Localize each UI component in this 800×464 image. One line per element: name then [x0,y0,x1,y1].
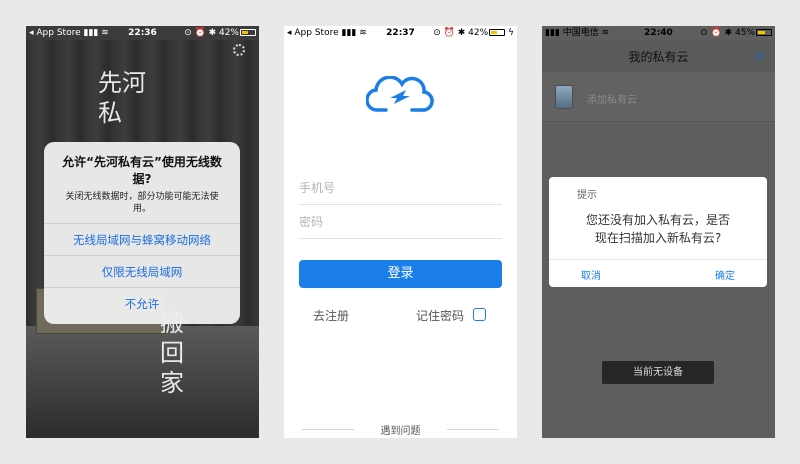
allow-wlan-cellular-button[interactable]: 无线局域网与蜂窝移动网络 [44,223,240,255]
background-floor [26,326,259,438]
register-link[interactable]: 去注册 [313,307,349,324]
battery-icon [489,29,506,36]
status-right: ⊙ ⏰ ✱ 42% ϟ [433,28,514,38]
help-link[interactable]: 遇到问题 [284,422,517,437]
join-cloud-dialog: 提示 您还没有加入私有云，是否 现在扫描加入新私有云? 取消 确定 [549,177,767,287]
status-battery: 42% [468,28,489,38]
permission-alert: 允许“先河私有云”使用无线数据? 关闭无线数据时，部分功能可能无法使用。 无线局… [44,142,240,324]
status-battery: 42% [218,28,239,38]
dialog-message-line1: 您还没有加入私有云，是否 [585,213,730,227]
splash-text-2: 私 [98,99,122,127]
status-battery: 45% [734,28,755,38]
splash-text-1: 先河 [98,69,146,97]
dialog-message: 您还没有加入私有云，是否 现在扫描加入新私有云? [549,211,767,247]
page-title: 我的私有云 [628,50,689,64]
phone-screen-private-cloud: ▮▮▮ 中国电信 ≋ 22:40 ⊙ ⏰ ✱ 45% 我的私有云 ⇄ 添加私有云… [542,26,775,438]
phone-screen-permission: 先河 私 搬 回 家 ◂ App Store ▮▮▮ ≋ 22:36 ⊙ ⏰ ✱… [26,26,259,438]
confirm-button[interactable]: 确定 [715,267,735,282]
add-private-cloud-label: 添加私有云 [587,95,637,106]
battery-icon [756,29,772,36]
switch-arrows-icon[interactable]: ⇄ [754,50,765,63]
dialog-divider [549,259,767,260]
cloud-sync-logo-icon [366,76,434,112]
remember-password-label: 记住密码 [416,309,465,323]
status-right: ⊙ ⏰ ✱ 42% [184,26,256,40]
loading-spinner-icon [233,44,245,56]
dialog-title: 提示 [577,190,597,201]
remember-password-checkbox[interactable] [473,308,486,321]
splash-text-4: 回 [160,339,184,367]
alert-title: 允许“先河私有云”使用无线数据? [62,155,222,186]
phone-number-input[interactable]: 手机号 [299,172,502,205]
no-device-toast: 当前无设备 [602,361,714,384]
cancel-button[interactable]: 取消 [581,267,601,282]
phone-screen-login: ◂ App Store ▮▮▮ ≋ 22:37 ⊙ ⏰ ✱ 42% ϟ 手机号 … [284,26,517,438]
alert-message: 关闭无线数据时，部分功能可能无法使用。 [65,192,219,214]
allow-wlan-only-button[interactable]: 仅限无线局域网 [44,255,240,287]
password-input[interactable]: 密码 [299,206,502,239]
battery-icon [240,29,256,36]
status-bar: ◂ App Store ▮▮▮ ≋ 22:37 ⊙ ⏰ ✱ 42% ϟ [284,26,517,40]
status-bar: ▮▮▮ 中国电信 ≋ 22:40 ⊙ ⏰ ✱ 45% [542,26,775,40]
storage-device-icon [555,85,573,109]
add-private-cloud-row[interactable]: 添加私有云 [542,72,775,122]
nav-bar: 我的私有云 ⇄ [542,40,775,72]
deny-button[interactable]: 不允许 [44,287,240,319]
dialog-message-line2: 现在扫描加入新私有云? [594,231,722,245]
status-right: ⊙ ⏰ ✱ 45% [700,26,772,40]
status-bar: ◂ App Store ▮▮▮ ≋ 22:36 ⊙ ⏰ ✱ 42% [26,26,259,40]
splash-text-5: 家 [160,369,184,397]
login-button[interactable]: 登录 [299,260,502,288]
